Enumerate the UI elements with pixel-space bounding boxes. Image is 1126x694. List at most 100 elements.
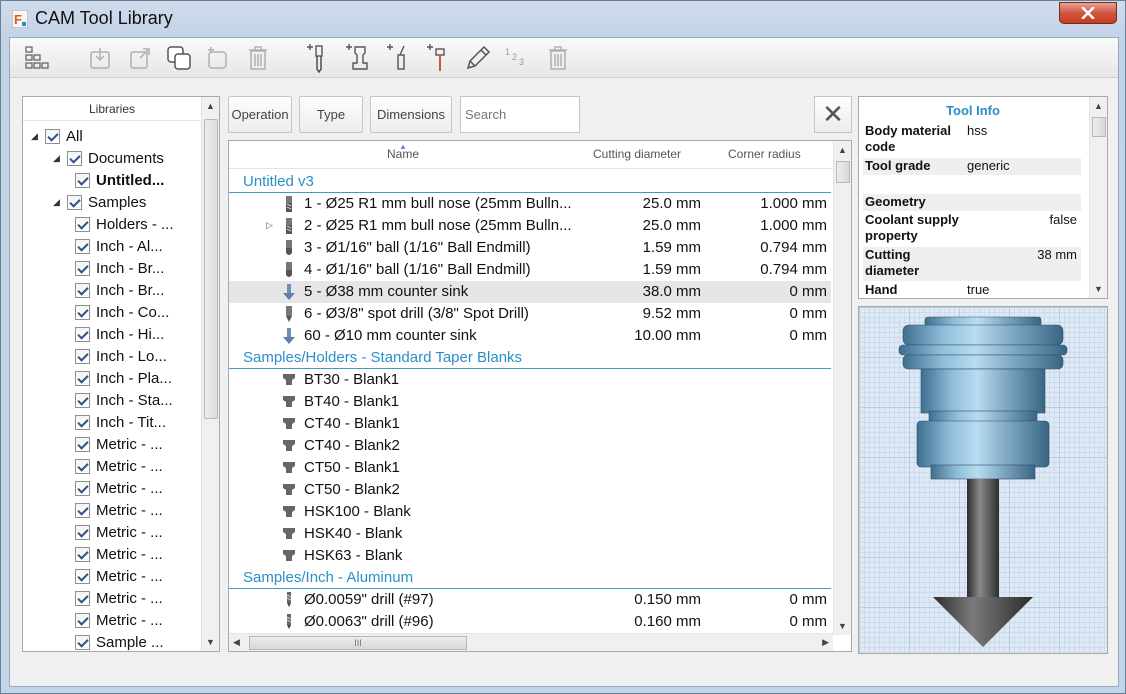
library-tree-item[interactable]: Inch - Sta... [75, 389, 173, 411]
renumber-button[interactable]: 1 2 3 [502, 43, 534, 73]
library-tree-item[interactable]: Metric - ... [75, 477, 163, 499]
tool-row[interactable]: ▷ 2 - Ø25 R1 mm bull nose (25mm Bulln... 2… [229, 215, 831, 237]
expand-triangle-icon[interactable]: ◢ [53, 197, 63, 208]
expand-triangle-icon[interactable]: ▷ [266, 220, 273, 231]
group-header[interactable]: Samples/Holders - Standard Taper Blanks [243, 347, 522, 369]
import-button[interactable] [84, 43, 116, 73]
library-checkbox[interactable] [67, 194, 82, 210]
tool-row[interactable]: HSK40 - Blank [229, 523, 831, 545]
library-tree-item[interactable]: Metric - ... [75, 521, 163, 543]
tool-row[interactable]: 3 - Ø1/16" ball (1/16" Ball Endmill) 1.59… [229, 237, 831, 259]
new-tool-button[interactable] [302, 43, 334, 73]
clear-filter-button[interactable]: ✕ [814, 96, 852, 133]
scroll-up-arrow-icon[interactable]: ▲ [1094, 101, 1103, 111]
library-grid-button[interactable] [22, 43, 54, 73]
new-tool-alt-button[interactable] [382, 43, 414, 73]
library-checkbox[interactable] [75, 612, 90, 628]
new-library-button[interactable] [202, 43, 234, 73]
group-header[interactable]: Untitled v3 [243, 171, 314, 193]
type-filter-button[interactable]: Type [299, 96, 363, 133]
library-tree-item[interactable]: Metric - ... [75, 609, 163, 631]
expand-triangle-icon[interactable]: ◢ [31, 131, 41, 142]
library-checkbox[interactable] [75, 480, 90, 496]
library-tree-item[interactable]: ◢ All [31, 125, 83, 147]
tool-row[interactable]: 60 - Ø10 mm counter sink 10.00 mm 0 mm [229, 325, 831, 347]
library-tree-item[interactable]: Inch - Co... [75, 301, 169, 323]
tool-row[interactable]: CT50 - Blank2 [229, 479, 831, 501]
duplicate-button[interactable] [164, 43, 196, 73]
tool-list-vertical-scrollbar[interactable]: ▲ ▼ [833, 141, 851, 635]
new-probe-button[interactable] [422, 43, 454, 73]
library-checkbox[interactable] [75, 524, 90, 540]
scroll-up-arrow-icon[interactable]: ▲ [838, 145, 847, 155]
library-checkbox[interactable] [45, 128, 60, 144]
scrollbar-thumb[interactable] [836, 161, 850, 183]
libraries-scrollbar[interactable]: ▲ ▼ [201, 97, 219, 651]
library-tree-item[interactable]: Inch - Pla... [75, 367, 172, 389]
scrollbar-thumb[interactable] [204, 119, 218, 419]
library-tree-item[interactable]: Metric - ... [75, 499, 163, 521]
search-input[interactable] [460, 96, 580, 133]
scroll-right-arrow-icon[interactable]: ▶ [822, 637, 829, 648]
scrollbar-thumb[interactable]: III [249, 636, 467, 650]
tool-row[interactable]: HSK63 - Blank [229, 545, 831, 567]
library-tree-item[interactable]: Metric - ... [75, 565, 163, 587]
library-checkbox[interactable] [75, 216, 90, 232]
library-tree-item[interactable]: Inch - Hi... [75, 323, 164, 345]
tool-row[interactable]: 6 - Ø3/8" spot drill (3/8" Spot Drill) 9.… [229, 303, 831, 325]
scroll-down-arrow-icon[interactable]: ▼ [1094, 284, 1103, 294]
tool-row[interactable]: HSK100 - Blank [229, 501, 831, 523]
edit-button[interactable] [462, 43, 494, 73]
delete-tool-button[interactable] [542, 43, 574, 73]
window-close-button[interactable] [1059, 2, 1117, 24]
tool-row[interactable]: CT50 - Blank1 [229, 457, 831, 479]
scrollbar-thumb[interactable] [1092, 117, 1106, 137]
tool-row[interactable]: Ø0.0063" drill (#96) 0.160 mm 0 mm [229, 611, 831, 633]
library-tree-item[interactable]: Metric - ... [75, 587, 163, 609]
library-checkbox[interactable] [75, 436, 90, 452]
export-button[interactable] [124, 43, 156, 73]
tool-list-horizontal-scrollbar[interactable]: ◀ III ▶ [229, 633, 833, 651]
delete-library-button[interactable] [242, 43, 274, 73]
library-tree-item[interactable]: Metric - ... [75, 455, 163, 477]
group-header[interactable]: Samples/Inch - Aluminum [243, 567, 413, 589]
library-checkbox[interactable] [75, 414, 90, 430]
library-tree-item[interactable]: Metric - ... [75, 543, 163, 565]
scroll-left-arrow-icon[interactable]: ◀ [233, 637, 240, 648]
library-tree-item[interactable]: Holders - ... [75, 213, 174, 235]
operation-filter-button[interactable]: Operation [228, 96, 292, 133]
library-checkbox[interactable] [75, 238, 90, 254]
library-tree-item[interactable]: Inch - Lo... [75, 345, 167, 367]
library-checkbox[interactable] [75, 458, 90, 474]
library-checkbox[interactable] [75, 546, 90, 562]
library-tree-item[interactable]: Inch - Tit... [75, 411, 166, 433]
scroll-up-arrow-icon[interactable]: ▲ [206, 101, 215, 111]
tool-row[interactable]: BT40 - Blank1 [229, 391, 831, 413]
library-checkbox[interactable] [75, 634, 90, 650]
library-checkbox[interactable] [75, 370, 90, 386]
library-tree-item[interactable]: Sample ... [75, 631, 164, 653]
tool-row[interactable]: BT30 - Blank1 [229, 369, 831, 391]
new-holder-button[interactable] [342, 43, 374, 73]
tool-row[interactable]: 5 - Ø38 mm counter sink 38.0 mm 0 mm [229, 281, 831, 303]
library-checkbox[interactable] [75, 304, 90, 320]
tool-row[interactable]: CT40 - Blank2 [229, 435, 831, 457]
library-tree-item[interactable]: Inch - Br... [75, 257, 164, 279]
library-tree-item[interactable]: Inch - Al... [75, 235, 163, 257]
column-header-name[interactable]: Name [387, 141, 419, 168]
tool-row[interactable]: CT40 - Blank1 [229, 413, 831, 435]
library-checkbox[interactable] [75, 502, 90, 518]
library-tree-item[interactable]: ◢ Documents [53, 147, 164, 169]
library-tree-item[interactable]: Inch - Br... [75, 279, 164, 301]
library-checkbox[interactable] [75, 590, 90, 606]
scroll-down-arrow-icon[interactable]: ▼ [838, 621, 847, 631]
scroll-down-arrow-icon[interactable]: ▼ [206, 637, 215, 647]
tool-row[interactable]: Ø0.0059" drill (#97) 0.150 mm 0 mm [229, 589, 831, 611]
library-checkbox[interactable] [67, 150, 82, 166]
tool-preview[interactable] [858, 306, 1108, 654]
tool-row[interactable]: 1 - Ø25 R1 mm bull nose (25mm Bulln... 25… [229, 193, 831, 215]
tool-row[interactable]: 4 - Ø1/16" ball (1/16" Ball Endmill) 1.59… [229, 259, 831, 281]
library-checkbox[interactable] [75, 282, 90, 298]
library-checkbox[interactable] [75, 568, 90, 584]
dimensions-filter-button[interactable]: Dimensions [370, 96, 452, 133]
